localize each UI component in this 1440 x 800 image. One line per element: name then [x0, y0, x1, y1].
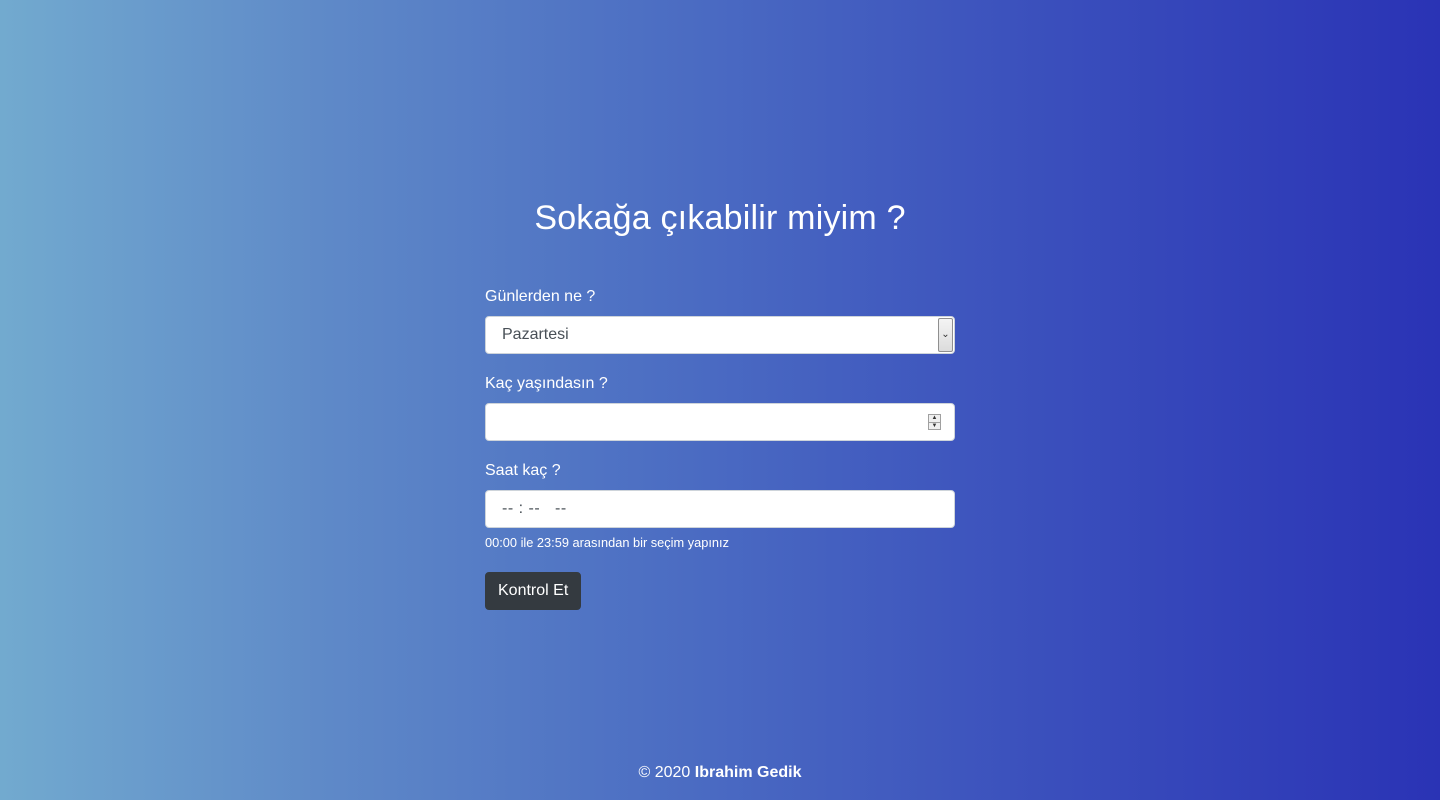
day-label: Günlerden ne ? [485, 288, 596, 305]
chevron-down-icon[interactable]: ⌄ [938, 318, 953, 352]
spinner-arrows-icon[interactable]: ▲ ▼ [928, 414, 941, 430]
check-form: Günlerden ne ? Pazartesi ⌄ Kaç yaşındası… [485, 285, 955, 610]
age-group: Kaç yaşındasın ? ▲ ▼ [485, 372, 955, 441]
day-select-value: Pazartesi [502, 326, 569, 343]
time-input-placeholder: -- : -- -- [502, 500, 567, 517]
age-label: Kaç yaşındasın ? [485, 375, 608, 392]
submit-button[interactable]: Kontrol Et [485, 572, 582, 610]
footer-author: Ibrahim Gedik [694, 764, 802, 781]
footer-copyright: © 2020 [638, 764, 691, 781]
spinner-down-icon[interactable]: ▼ [929, 422, 940, 430]
time-label: Saat kaç ? [485, 462, 561, 479]
time-input[interactable]: -- : -- -- [485, 490, 955, 528]
time-help-text: 00:00 ile 23:59 arasından bir seçim yapı… [485, 535, 729, 550]
footer: © 2020 Ibrahim Gedik [0, 762, 1440, 784]
day-select[interactable]: Pazartesi ⌄ [485, 316, 955, 354]
spinner-up-icon[interactable]: ▲ [929, 415, 940, 422]
age-input[interactable]: ▲ ▼ [485, 403, 955, 441]
page-title: Sokağa çıkabilir miyim ? [534, 199, 906, 237]
time-group: Saat kaç ? -- : -- -- 00:00 ile 23:59 ar… [485, 459, 955, 552]
day-group: Günlerden ne ? Pazartesi ⌄ [485, 285, 955, 354]
